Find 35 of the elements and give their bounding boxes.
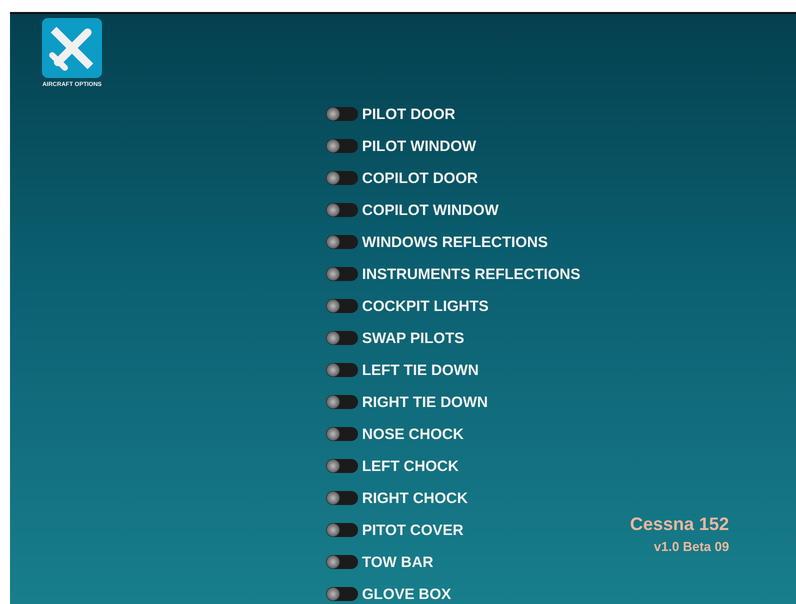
option-label: COPILOT DOOR xyxy=(362,170,478,186)
toggle-switch[interactable] xyxy=(326,299,358,313)
option-label: TOW BAR xyxy=(362,554,434,570)
option-label: INSTRUMENTS REFLECTIONS xyxy=(362,266,580,282)
toggle-switch[interactable] xyxy=(326,267,358,281)
toggle-switch[interactable] xyxy=(326,107,358,121)
option-label: COCKPIT LIGHTS xyxy=(362,298,489,314)
option-label: NOSE CHOCK xyxy=(362,426,464,442)
toggle-switch[interactable] xyxy=(326,523,358,537)
toggle-switch[interactable] xyxy=(326,587,358,601)
option-label: COPILOT WINDOW xyxy=(362,202,499,218)
toggle-switch[interactable] xyxy=(326,459,358,473)
toggle-switch[interactable] xyxy=(326,331,358,345)
aircraft-name: Cessna 152 xyxy=(630,514,730,535)
toggle-switch[interactable] xyxy=(326,555,358,569)
toggle-switch[interactable] xyxy=(326,235,358,249)
toggle-switch[interactable] xyxy=(326,139,358,153)
toggle-switch[interactable] xyxy=(326,395,358,409)
version-text: v1.0 Beta 09 xyxy=(654,539,730,554)
option-label: LEFT CHOCK xyxy=(362,458,459,474)
toggle-switch[interactable] xyxy=(326,171,358,185)
option-label: SWAP PILOTS xyxy=(362,330,464,346)
toggle-switch[interactable] xyxy=(326,363,358,377)
option-label: RIGHT CHOCK xyxy=(362,490,468,506)
toggle-switch[interactable] xyxy=(326,427,358,441)
option-label: PITOT COVER xyxy=(362,522,464,538)
option-label: LEFT TIE DOWN xyxy=(362,362,479,378)
option-label: RIGHT TIE DOWN xyxy=(362,394,488,410)
toggle-switch[interactable] xyxy=(326,203,358,217)
toggle-switch[interactable] xyxy=(326,491,358,505)
airplane-icon[interactable] xyxy=(42,18,102,78)
option-label: PILOT WINDOW xyxy=(362,138,476,154)
option-label: WINDOWS REFLECTIONS xyxy=(362,234,548,250)
option-label: PILOT DOOR xyxy=(362,106,456,122)
option-label: GLOVE BOX xyxy=(362,586,452,602)
